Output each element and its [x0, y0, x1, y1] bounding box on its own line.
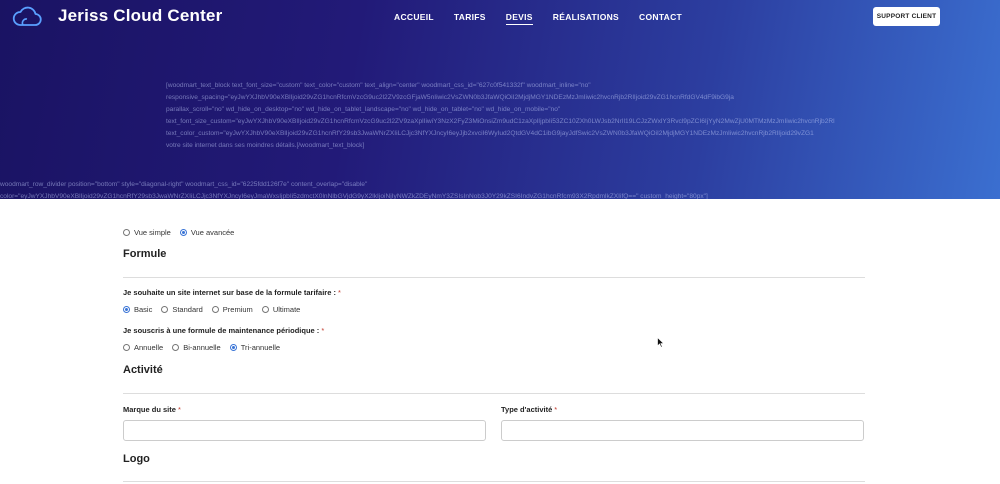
nav-realisations[interactable]: RÉALISATIONS [553, 12, 619, 25]
brand-name[interactable]: Jeriss Cloud Center [58, 6, 222, 26]
required-mark: * [337, 288, 341, 297]
main-nav: ACCUEIL TARIFS DEVIS RÉALISATIONS CONTAC… [394, 12, 702, 25]
shortcode-text-block: [woodmart_text_block text_font_size="cus… [166, 80, 835, 152]
section-title-activite: Activité [123, 364, 163, 376]
radio-annuelle[interactable] [123, 344, 130, 351]
radio-basic[interactable] [123, 306, 130, 313]
label-text: Marque du site [123, 405, 176, 414]
radio-vue-simple[interactable] [123, 229, 130, 236]
radio-label: Tri-annuelle [240, 343, 281, 352]
nav-contact[interactable]: CONTACT [639, 12, 682, 25]
radio-label: Premium [222, 305, 253, 314]
label-text: Je souscris à une formule de maintenance… [123, 326, 320, 335]
radio-label: Vue avancée [190, 228, 235, 237]
shortcode-line: woodmart_row_divider position="bottom" s… [0, 181, 368, 188]
maintenance-options: Annuelle Bi-annuelle Tri-annuelle [123, 343, 289, 352]
required-mark: * [177, 405, 181, 414]
required-mark: * [321, 326, 325, 335]
section-divider [123, 481, 865, 482]
nav-accueil[interactable]: ACCUEIL [394, 12, 434, 25]
required-mark: * [554, 405, 558, 414]
formule-question-label: Je souhaite un site internet sur base de… [123, 288, 341, 297]
radio-label: Bi-annuelle [183, 343, 221, 352]
shortcode-line: responsive_spacing="eyJwYXJhbV90eXBlIjoi… [166, 94, 734, 101]
radio-premium[interactable] [211, 306, 219, 313]
type-activite-input[interactable] [501, 420, 864, 441]
formule-option-standard[interactable]: Standard [161, 305, 203, 314]
mouse-pointer-icon [657, 337, 665, 348]
radio-vue-avancee[interactable] [179, 229, 187, 236]
section-divider [123, 393, 865, 394]
section-title-logo: Logo [123, 453, 150, 465]
shortcode-line: votre site internet dans ses moindres dé… [166, 142, 365, 149]
formule-option-basic[interactable]: Basic [123, 305, 152, 314]
section-divider [123, 277, 865, 278]
top-navigation-bar: Jeriss Cloud Center ACCUEIL TARIFS DEVIS… [0, 0, 1000, 34]
maintenance-option-annuelle[interactable]: Annuelle [123, 343, 163, 352]
shortcode-line: text_font_size_custom="eyJwYXJhbV90eXBlI… [166, 118, 835, 125]
radio-label: Standard [172, 305, 203, 314]
view-option-simple[interactable]: Vue simple [123, 228, 171, 237]
radio-label: Vue simple [134, 228, 171, 237]
support-client-button[interactable]: SUPPORT CLIENT [873, 7, 940, 26]
maintenance-option-tri-annuelle[interactable]: Tri-annuelle [229, 343, 281, 352]
shortcode-line: text_color_custom="eyJwYXJhbV90eXBlIjoid… [166, 130, 814, 137]
marque-input[interactable] [123, 420, 486, 441]
radio-label: Ultimate [272, 305, 301, 314]
nav-tarifs[interactable]: TARIFS [454, 12, 486, 25]
formule-options: Basic Standard Premium Ultimate [123, 305, 309, 314]
maintenance-question-label: Je souscris à une formule de maintenance… [123, 326, 324, 335]
radio-label: Basic [134, 305, 153, 314]
view-toggle: Vue simple Vue avancée [123, 228, 243, 237]
radio-label: Annuelle [134, 343, 164, 352]
maintenance-option-bi-annuelle[interactable]: Bi-annuelle [172, 343, 221, 352]
shortcode-line: [woodmart_text_block text_font_size="cus… [166, 82, 591, 89]
view-option-avancee[interactable]: Vue avancée [179, 228, 235, 237]
radio-tri-annuelle[interactable] [229, 344, 237, 351]
formule-option-premium[interactable]: Premium [211, 305, 253, 314]
shortcode-row-divider: woodmart_row_divider position="bottom" s… [0, 179, 708, 199]
cloud-icon[interactable] [11, 5, 43, 29]
shortcode-line: color="eyJwYXJhbV90eXBlIjoid29vZG1hcnRfY… [0, 193, 708, 199]
quote-form: Vue simple Vue avancée Formule Je souhai… [0, 199, 1000, 484]
nav-devis[interactable]: DEVIS [505, 12, 533, 25]
section-title-formule: Formule [123, 248, 167, 260]
label-text: Je souhaite un site internet sur base de… [123, 288, 336, 297]
radio-ultimate[interactable] [261, 306, 269, 313]
radio-bi-annuelle[interactable] [172, 344, 180, 351]
label-text: Type d'activité [501, 405, 553, 414]
marque-label: Marque du site * [123, 405, 181, 414]
radio-standard[interactable] [161, 306, 169, 313]
shortcode-line: parallax_scroll="no" wd_hide_on_desktop=… [166, 106, 561, 113]
type-activite-label: Type d'activité * [501, 405, 557, 414]
formule-option-ultimate[interactable]: Ultimate [261, 305, 301, 314]
hero-banner: Jeriss Cloud Center ACCUEIL TARIFS DEVIS… [0, 0, 1000, 199]
